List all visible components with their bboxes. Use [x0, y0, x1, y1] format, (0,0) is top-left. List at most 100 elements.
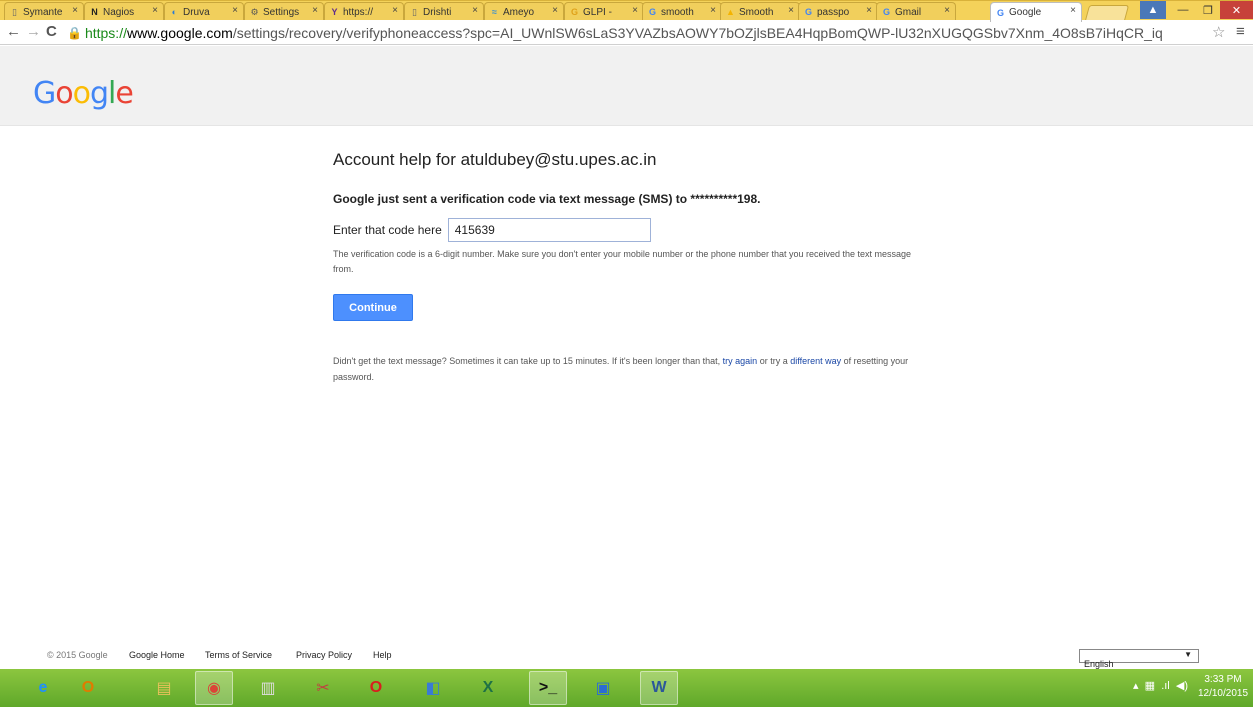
browser-tab[interactable]: ▯ Symante × [4, 2, 84, 21]
chevron-down-icon: ▼ [1184, 650, 1192, 659]
close-tab-icon[interactable]: × [72, 5, 78, 16]
logo-letter: g [89, 76, 109, 111]
close-tab-icon[interactable]: × [866, 5, 872, 16]
close-window-button[interactable]: ✕ [1220, 1, 1253, 19]
browser-tab[interactable]: ▯ Drishti × [404, 2, 484, 21]
url-path: /settings/recovery/verifyphoneaccess?spc… [232, 25, 1163, 41]
chevron-up-icon[interactable]: ▴ [1133, 680, 1139, 692]
footer-link-google-home[interactable]: Google Home [129, 650, 185, 660]
browser-tab[interactable]: ◐ Druva × [164, 2, 244, 21]
minimize-button[interactable]: — [1170, 1, 1196, 19]
menu-icon[interactable]: ≡ [1236, 23, 1245, 40]
lock-icon: 🔒 [67, 26, 82, 40]
outlook-icon[interactable]: O [69, 671, 107, 705]
resend-mid: or try a [759, 356, 788, 366]
restore-button[interactable]: ❐ [1198, 1, 1218, 19]
tab-strip: ▯ Symante × N Nagios × ◐ Druva × ⚙ Settings × Yhttps… [0, 0, 1253, 22]
network-icon[interactable]: ▦ [1145, 680, 1155, 692]
logo-letter: e [115, 76, 133, 111]
close-tab-icon[interactable]: × [1070, 5, 1076, 16]
url-host: www.google.com [126, 25, 233, 41]
clock[interactable]: 3:33 PM 12/10/2015 [1193, 673, 1253, 701]
cmd-icon[interactable]: >_ [529, 671, 567, 705]
clock-date: 12/10/2015 [1197, 688, 1249, 699]
close-tab-icon[interactable]: × [312, 5, 318, 16]
media-icon[interactable]: ◧ [414, 671, 452, 705]
tab-title: Drishti [423, 6, 452, 18]
verification-code-input[interactable] [447, 218, 651, 242]
reload-icon[interactable]: C [46, 23, 57, 40]
footer-link-privacy[interactable]: Privacy Policy [296, 650, 352, 660]
google-icon: G [804, 7, 812, 17]
language-select[interactable]: English ▼ [1079, 649, 1199, 669]
different-way-link[interactable]: different way [790, 356, 841, 366]
browser-tab[interactable]: Gpasspo × [798, 2, 878, 21]
opera-icon[interactable]: O [357, 671, 395, 705]
tab-title: Ameyo [503, 6, 535, 18]
browser-tab[interactable]: G Gmail × [876, 2, 956, 21]
browser-toolbar: ← → C 🔒 https://www.google.com/settings/… [0, 20, 1253, 45]
remote-desktop-icon[interactable]: ▣ [584, 671, 622, 705]
close-tab-icon[interactable]: × [944, 5, 950, 16]
tab-title: GLPI - [583, 6, 612, 18]
footer-link-terms[interactable]: Terms of Service [205, 650, 272, 660]
google-icon: G [996, 7, 1004, 18]
page-icon: ▯ [412, 6, 417, 17]
signal-icon[interactable]: .ıl [1161, 680, 1170, 692]
close-tab-icon[interactable]: × [152, 5, 158, 16]
code-label: Enter that code here [333, 223, 442, 237]
drive-icon: ▲ [726, 7, 735, 17]
new-tab-button[interactable] [1084, 5, 1130, 21]
ameyo-icon: ≈ [492, 7, 497, 17]
glpi-icon: G [570, 7, 578, 17]
close-tab-icon[interactable]: × [632, 5, 638, 16]
tab-title: https:// [343, 6, 374, 18]
bookmark-star-icon[interactable]: ☆ [1212, 23, 1225, 41]
browser-tab[interactable]: Yhttps:// × [324, 2, 404, 21]
google-logo[interactable]: Google [33, 76, 134, 111]
browser-tab[interactable]: ≈ Ameyo × [484, 2, 564, 21]
browser-tab[interactable]: ⚙ Settings × [244, 2, 324, 21]
account-help-form: Account help for atuldubey@stu.upes.ac.i… [333, 150, 933, 382]
system-tray[interactable]: ▴ ▦ .ıl ◀) [1133, 679, 1188, 692]
tab-title: Smooth [739, 6, 774, 18]
close-tab-icon[interactable]: × [788, 5, 794, 16]
code-hint: The verification code is a 6-digit numbe… [333, 249, 912, 274]
snipping-tool-icon[interactable]: ✂ [304, 671, 342, 705]
excel-icon[interactable]: X [469, 671, 507, 705]
clock-time: 3:33 PM [1204, 674, 1242, 685]
file-explorer-icon[interactable]: ▤ [145, 671, 183, 705]
google-header: Google [0, 46, 1253, 126]
browser-tab[interactable]: N Nagios × [84, 2, 164, 21]
close-tab-icon[interactable]: × [472, 5, 478, 16]
ie-icon[interactable]: e [24, 671, 62, 705]
user-icon[interactable]: ▲ [1140, 1, 1166, 19]
chrome-icon[interactable]: ◉ [195, 671, 233, 705]
tab-title: Settings [263, 6, 300, 18]
page-title: Account help for atuldubey@stu.upes.ac.i… [333, 150, 657, 169]
forward-arrow-icon[interactable]: → [26, 23, 41, 40]
close-tab-icon[interactable]: × [552, 5, 558, 16]
continue-button[interactable]: Continue [333, 294, 413, 321]
browser-tab[interactable]: G GLPI - × [564, 2, 644, 21]
close-tab-icon[interactable]: × [232, 5, 238, 16]
close-tab-icon[interactable]: × [392, 5, 398, 16]
footer-link-help[interactable]: Help [373, 650, 392, 660]
tab-title: Druva [183, 6, 210, 18]
resend-help-text: Didn't get the text message? Sometimes i… [333, 353, 933, 385]
back-arrow-icon[interactable]: ← [6, 23, 21, 40]
tab-title: Symante [23, 6, 63, 18]
browser-tab[interactable]: G Google × [990, 2, 1082, 22]
try-again-link[interactable]: try again [723, 356, 758, 366]
browser-tab[interactable]: Gsmooth × [642, 2, 722, 21]
browser-tab[interactable]: ▲ Smooth × [720, 2, 800, 21]
server-manager-icon[interactable]: ▥ [249, 671, 287, 705]
windows-taskbar: e O ▤ ◉ ▥ ✂ O ◧ X >_ ▣ W ▴ ▦ .ıl ◀) 3:33 PM 12/10/2… [0, 669, 1253, 707]
address-bar[interactable]: 🔒 https://www.google.com/settings/recove… [67, 23, 1217, 43]
sms-sent-message: Google just sent a verification code via… [333, 192, 761, 206]
word-icon[interactable]: W [640, 671, 678, 705]
google-icon: G [648, 7, 656, 17]
nagios-icon: N [91, 7, 98, 17]
close-tab-icon[interactable]: × [710, 5, 716, 16]
volume-icon[interactable]: ◀) [1176, 680, 1188, 692]
